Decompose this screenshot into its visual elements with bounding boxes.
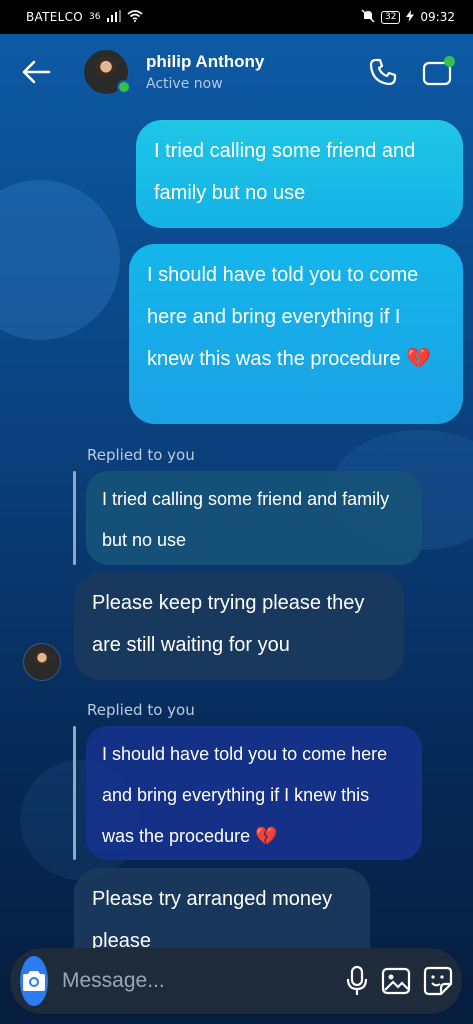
replied-label: Replied to you: [87, 701, 195, 719]
chat-header: philip Anthony Active now: [0, 34, 473, 110]
gallery-button[interactable]: [381, 961, 411, 1001]
mute-icon: [361, 8, 375, 26]
message-input[interactable]: [62, 969, 333, 993]
received-message[interactable]: Please try arranged money please: [74, 868, 370, 948]
video-call-button[interactable]: [417, 52, 457, 92]
phone-icon: [369, 58, 397, 86]
quoted-message[interactable]: I should have told you to come here and …: [86, 726, 422, 860]
contact-name: philip Anthony: [146, 52, 265, 71]
battery-icon: 32: [380, 10, 401, 24]
video-active-badge: [444, 56, 455, 67]
reply-indicator: [73, 471, 76, 565]
carrier-label: BATELCO: [26, 10, 84, 24]
message-list[interactable]: I tried calling some friend and family b…: [0, 110, 473, 948]
online-indicator: [117, 80, 131, 94]
microphone-icon: [346, 965, 368, 995]
reply-indicator: [73, 726, 76, 860]
sticker-button[interactable]: [423, 961, 453, 1001]
network-type: 36: [89, 12, 101, 22]
sent-message[interactable]: I tried calling some friend and family b…: [136, 120, 463, 228]
charging-icon: [406, 9, 415, 25]
sent-message[interactable]: I should have told you to come here and …: [129, 244, 463, 424]
signal-icon: [106, 9, 121, 25]
camera-icon: [23, 971, 45, 991]
message-composer: [10, 948, 462, 1014]
contact-avatar-button[interactable]: [82, 48, 131, 96]
sticker-icon: [423, 966, 453, 996]
replied-label: Replied to you: [87, 446, 195, 464]
quoted-message[interactable]: I tried calling some friend and family b…: [86, 471, 422, 565]
back-arrow-icon: [22, 60, 51, 84]
contact-status: Active now: [146, 76, 223, 92]
microphone-button[interactable]: [345, 961, 369, 1001]
image-icon: [381, 967, 411, 995]
back-button[interactable]: [16, 52, 56, 92]
wifi-icon: [126, 9, 143, 25]
battery-level: 32: [384, 11, 397, 22]
status-bar: BATELCO 36 32 09:32: [0, 0, 473, 34]
clock: 09:32: [420, 10, 455, 24]
contact-info[interactable]: philip Anthony Active now: [146, 52, 349, 92]
camera-button[interactable]: [20, 956, 48, 1006]
sender-avatar[interactable]: [23, 643, 61, 681]
received-message[interactable]: Please keep trying please they are still…: [74, 572, 404, 680]
voice-call-button[interactable]: [363, 52, 403, 92]
